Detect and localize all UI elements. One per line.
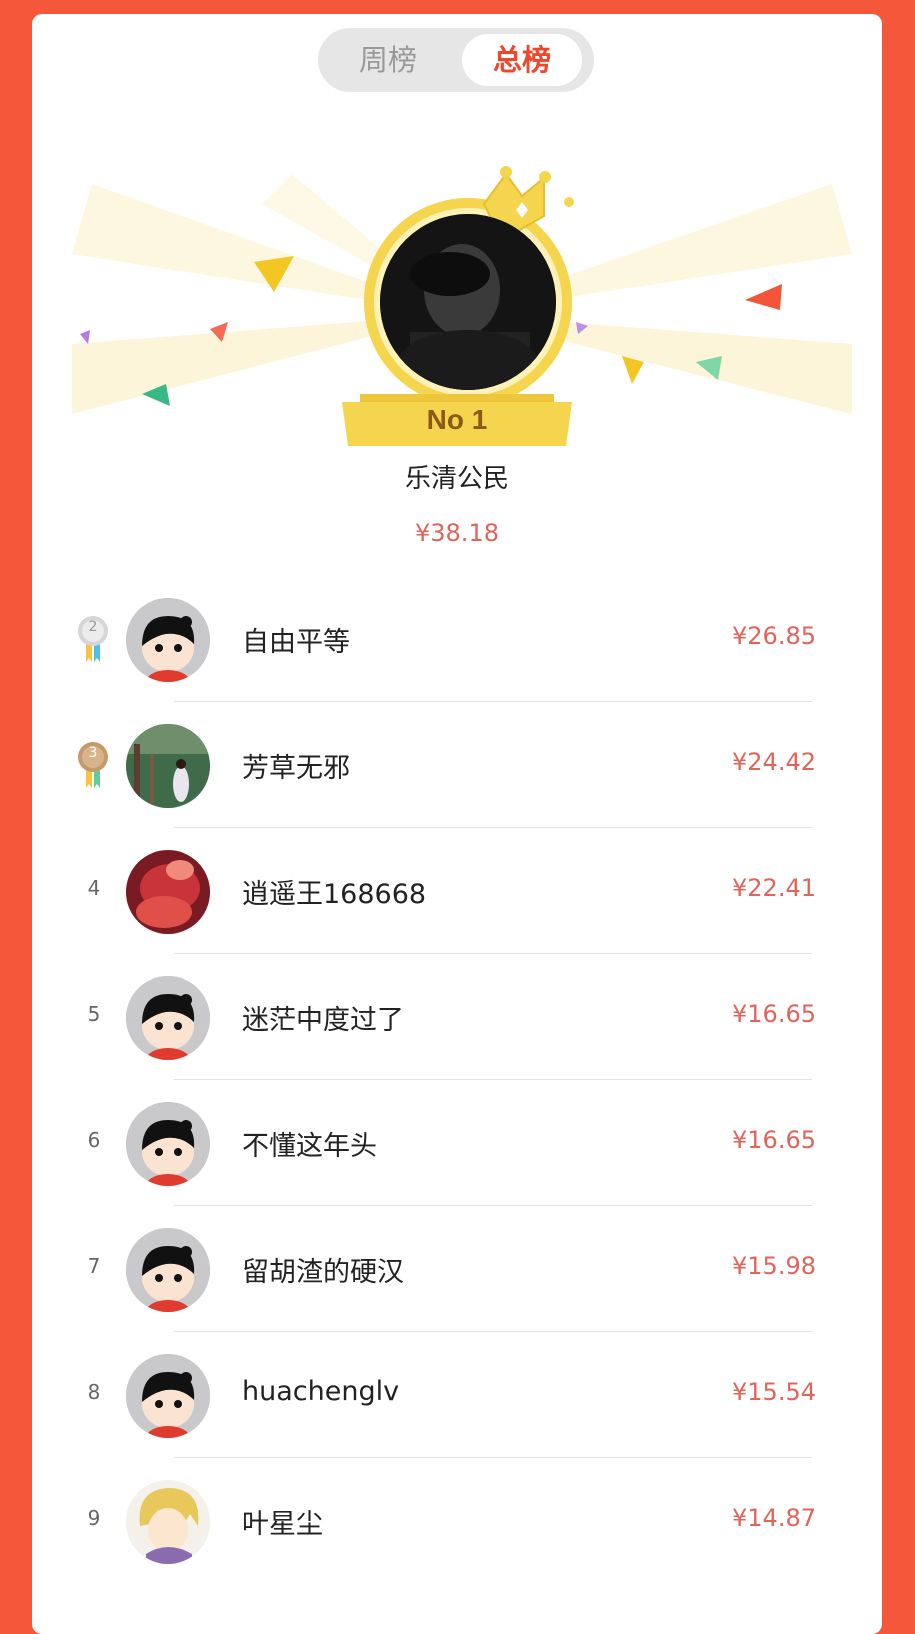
ranking-list: 2 自由平等 ¥26.85 3 芳草无邪 ¥24.42 4 逍遥王168668 … <box>32 576 882 1584</box>
user-name: 自由平等 <box>242 627 350 658</box>
user-amount: ¥22.41 <box>732 874 816 902</box>
user-amount: ¥26.85 <box>732 622 816 650</box>
list-item[interactable]: 6 不懂这年头 ¥16.65 <box>32 1080 882 1206</box>
user-name: huachenglv <box>242 1376 400 1407</box>
champion-section: No 1 <box>32 144 882 464</box>
ranking-tab-switch: 周榜 总榜 <box>318 28 594 92</box>
no1-label: No 1 <box>426 404 488 435</box>
list-item[interactable]: 9 叶星尘 ¥14.87 <box>32 1458 882 1584</box>
list-item[interactable]: 3 芳草无邪 ¥24.42 <box>32 702 882 828</box>
bronze-medal-icon: 3 <box>76 740 110 790</box>
avatar[interactable] <box>126 1480 210 1564</box>
champion-name: 乐清公民 <box>404 464 509 494</box>
user-name: 叶星尘 <box>242 1509 323 1540</box>
user-amount: ¥24.42 <box>732 748 816 776</box>
user-amount: ¥16.65 <box>732 1000 816 1028</box>
tab-total[interactable]: 总榜 <box>462 34 582 86</box>
list-item[interactable]: 2 自由平等 ¥26.85 <box>32 576 882 702</box>
user-amount: ¥14.87 <box>732 1504 816 1532</box>
user-amount: ¥15.98 <box>732 1252 816 1280</box>
avatar[interactable] <box>126 850 210 934</box>
user-amount: ¥15.54 <box>732 1378 816 1406</box>
rank-number: 5 <box>87 1002 101 1026</box>
leaderboard-card: 周榜 总榜 No 1 乐清公民 ¥38.18 2 自由平等 ¥26.85 3 芳… <box>32 14 882 1634</box>
rank-number: 3 <box>88 745 98 761</box>
avatar[interactable] <box>126 1228 210 1312</box>
list-item[interactable]: 5 迷茫中度过了 ¥16.65 <box>32 954 882 1080</box>
avatar[interactable] <box>126 976 210 1060</box>
list-item[interactable]: 8 huachenglv ¥15.54 <box>32 1332 882 1458</box>
champion-amount: ¥38.18 <box>415 519 499 547</box>
avatar[interactable] <box>126 598 210 682</box>
rank-number: 8 <box>87 1380 101 1404</box>
no1-ribbon: No 1 <box>342 394 572 446</box>
user-name: 芳草无邪 <box>242 753 350 784</box>
rank-number: 7 <box>87 1254 101 1278</box>
rank-number: 6 <box>87 1128 101 1152</box>
list-item[interactable]: 4 逍遥王168668 ¥22.41 <box>32 828 882 954</box>
rank-number: 4 <box>87 876 101 900</box>
list-item[interactable]: 7 留胡渣的硬汉 ¥15.98 <box>32 1206 882 1332</box>
avatar[interactable] <box>126 1102 210 1186</box>
champion-avatar[interactable] <box>380 214 556 390</box>
rank-number: 9 <box>87 1506 101 1530</box>
user-name: 逍遥王168668 <box>242 879 427 910</box>
user-name: 迷茫中度过了 <box>242 1005 404 1036</box>
rank-number: 2 <box>88 619 98 635</box>
silver-medal-icon: 2 <box>76 614 110 664</box>
avatar[interactable] <box>126 724 210 808</box>
tab-weekly[interactable]: 周榜 <box>328 34 448 86</box>
user-amount: ¥16.65 <box>732 1126 816 1154</box>
user-name: 不懂这年头 <box>242 1131 377 1162</box>
user-name: 留胡渣的硬汉 <box>242 1257 404 1288</box>
avatar[interactable] <box>126 1354 210 1438</box>
